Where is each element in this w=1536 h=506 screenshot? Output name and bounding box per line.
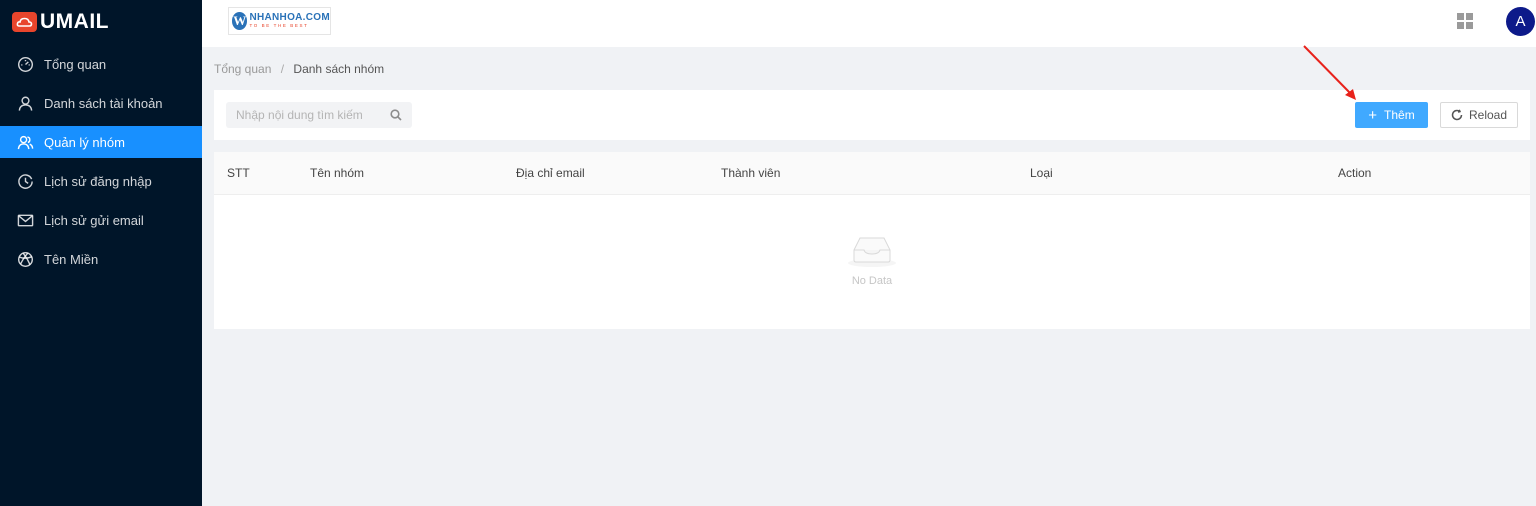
sidebar-item-label: Danh sách tài khoản <box>44 95 163 111</box>
breadcrumb-home[interactable]: Tổng quan <box>214 62 271 76</box>
sidebar-item-ten-mien[interactable]: Tên Miền <box>0 243 202 275</box>
table-header: STT Tên nhóm Địa chỉ email Thành viên Lo… <box>214 152 1530 195</box>
column-header-action: Action <box>1338 166 1372 180</box>
breadcrumb: Tổng quan / Danh sách nhóm <box>214 62 384 76</box>
reload-button-label: Reload <box>1468 108 1508 122</box>
column-header-loai: Loại <box>1030 166 1053 180</box>
globe-icon <box>16 250 34 268</box>
partner-logo-icon: W <box>232 12 248 30</box>
partner-tagline: TO BE THE BEST <box>249 23 309 29</box>
sidebar-item-label: Lịch sử gửi email <box>44 212 144 228</box>
column-header-thanh-vien: Thành viên <box>721 166 781 180</box>
groups-table: STT Tên nhóm Địa chỉ email Thành viên Lo… <box>214 152 1530 329</box>
apps-grid-cell <box>1466 13 1473 20</box>
mail-icon <box>16 211 34 229</box>
partner-logo[interactable]: W NHANHOA.COM TO BE THE BEST <box>228 7 331 35</box>
breadcrumb-current: Danh sách nhóm <box>293 62 385 76</box>
search-icon[interactable] <box>390 109 402 121</box>
sidebar-item-label: Quản lý nhóm <box>44 134 125 150</box>
column-header-dia-chi-email: Địa chỉ email <box>516 166 585 180</box>
empty-inbox-icon <box>848 237 896 267</box>
avatar[interactable]: A <box>1506 7 1535 36</box>
empty-state: No Data <box>214 232 1530 287</box>
breadcrumb-separator: / <box>280 62 285 76</box>
sidebar-item-lich-su-dang-nhap[interactable]: Lịch sử đăng nhập <box>0 165 202 197</box>
column-header-ten-nhom: Tên nhóm <box>310 166 365 180</box>
add-button[interactable]: + Thêm <box>1355 102 1428 128</box>
sidebar-item-tong-quan[interactable]: Tổng quan <box>0 48 202 80</box>
user-icon <box>16 94 34 112</box>
add-button-label: Thêm <box>1384 108 1415 122</box>
reload-button[interactable]: Reload <box>1440 102 1518 128</box>
sidebar-item-quan-ly-nhom[interactable]: Quản lý nhóm <box>0 126 202 158</box>
empty-text: No Data <box>851 275 893 287</box>
apps-grid-cell <box>1457 13 1464 20</box>
brand[interactable]: UMAIL <box>0 0 202 44</box>
search-input[interactable]: Nhập nội dung tìm kiếm <box>226 102 412 128</box>
sidebar-item-label: Lịch sử đăng nhập <box>44 173 152 189</box>
partner-name: NHANHOA.COM <box>249 12 330 24</box>
group-icon <box>16 133 34 151</box>
umail-logo-icon <box>12 12 37 32</box>
apps-grid-icon[interactable] <box>1457 13 1473 29</box>
sidebar-item-danh-sach-tai-khoan[interactable]: Danh sách tài khoản <box>0 87 202 119</box>
search-placeholder: Nhập nội dung tìm kiếm <box>236 108 363 122</box>
brand-name: UMAIL <box>40 10 109 33</box>
sidebar-menu: Tổng quan Danh sách tài khoản Quản lý nh… <box>0 48 202 275</box>
plus-icon: + <box>1368 106 1378 124</box>
sidebar-item-label: Tên Miền <box>44 251 99 267</box>
sidebar: UMAIL Tổng quan Danh sách tài khoản Quản… <box>0 0 202 506</box>
apps-grid-cell <box>1466 22 1473 29</box>
clock-icon <box>16 172 34 190</box>
sidebar-item-label: Tổng quan <box>44 56 107 72</box>
reload-icon <box>1451 109 1463 121</box>
apps-grid-cell <box>1457 22 1464 29</box>
partner-logo-text: NHANHOA.COM TO BE THE BEST <box>249 13 330 29</box>
annotation-arrow-icon <box>1303 45 1356 100</box>
dashboard-icon <box>16 55 34 73</box>
sidebar-item-lich-su-gui-email[interactable]: Lịch sử gửi email <box>0 204 202 236</box>
column-header-stt: STT <box>227 166 250 180</box>
